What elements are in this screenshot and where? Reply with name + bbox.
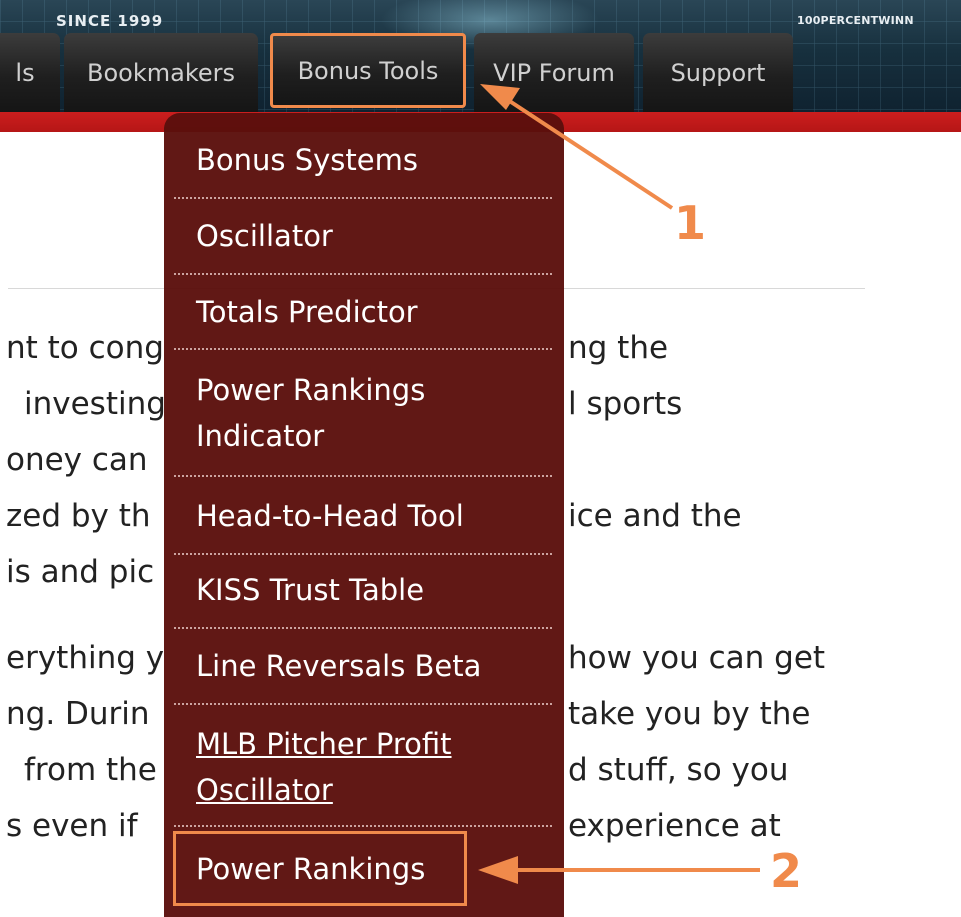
annotation-arrows [478,84,760,884]
arrow-2-icon [478,856,760,884]
annotation-label-1: 1 [674,196,707,250]
annotation-label-2: 2 [770,844,803,898]
arrow-1-icon [480,84,674,210]
